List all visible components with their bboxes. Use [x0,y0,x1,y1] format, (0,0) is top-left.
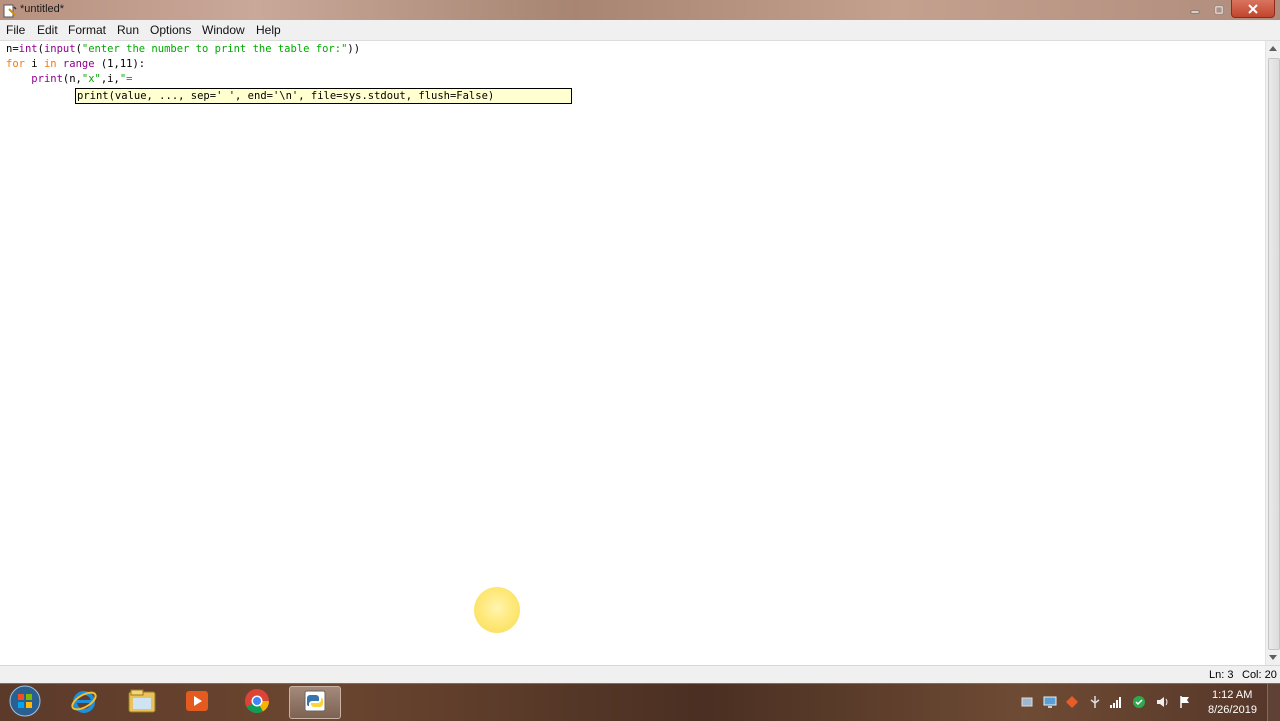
code-token: n= [6,43,19,55]
minimize-button[interactable] [1182,0,1208,18]
menu-options[interactable]: Options [150,23,191,37]
close-button[interactable] [1231,0,1275,18]
idle-app-icon[interactable] [3,3,17,18]
calltip-tooltip: print(value, ..., sep=' ', end='\n', fil… [75,88,572,104]
code-token-string: "enter the number to print the table for… [81,43,348,55]
code-token: (n, [62,73,82,85]
menu-help[interactable]: Help [256,23,281,37]
tray-app-icon[interactable] [1064,694,1080,710]
line-number: Ln: 3 [1209,669,1234,681]
column-number: Col: 20 [1242,669,1277,681]
close-icon [1247,0,1259,18]
code-text[interactable]: n=int(input("enter the number to print t… [6,42,360,87]
maximize-icon [1213,0,1225,19]
code-token-keyword: in [43,58,57,70]
code-token-builtin: int [18,43,38,55]
title-bar[interactable]: *untitled* [0,0,1280,20]
show-desktop-button[interactable] [1267,684,1280,721]
code-token-keyword: for [6,58,25,70]
chrome-icon [243,687,271,719]
maximize-button[interactable] [1208,0,1230,18]
tray-signal-icon[interactable] [1108,694,1124,710]
taskbar: 1:12 AM 8/26/2019 [0,683,1280,721]
python-idle-icon [301,687,329,719]
code-token: (1,11): [94,58,146,70]
menu-file[interactable]: File [6,23,25,37]
start-orb-icon [9,685,41,721]
menu-run[interactable]: Run [117,23,139,37]
taskbar-python-idle[interactable] [289,686,341,719]
menu-bar: File Edit Format Run Options Window Help [0,20,1280,41]
code-token-builtin: range [62,58,95,70]
tray-volume-icon[interactable] [1154,694,1170,710]
menu-format[interactable]: Format [68,23,106,37]
code-token-string: "x" [81,73,101,85]
code-token-string: "= [119,73,133,85]
tray-action-center-flag-icon[interactable] [1177,694,1193,710]
taskbar-file-explorer[interactable] [116,686,168,719]
tray-usb-icon[interactable] [1087,694,1103,710]
tray-security-icon[interactable] [1131,694,1147,710]
scrollbar-thumb[interactable] [1268,58,1280,650]
code-token: )) [347,43,361,55]
taskbar-internet-explorer[interactable] [58,686,110,719]
code-token-builtin: print [31,73,63,85]
code-editor[interactable]: n=int(input("enter the number to print t… [0,41,1265,665]
scroll-up-icon[interactable] [1269,46,1277,51]
code-token-builtin: input [43,43,76,55]
menu-window[interactable]: Window [202,23,245,37]
start-button[interactable] [0,685,50,721]
code-line-1: n=int(input("enter the number to print t… [6,43,360,55]
code-token: ,i, [100,73,120,85]
tray-network-drive-icon[interactable] [1019,694,1035,710]
clock-date[interactable]: 8/26/2019 [1208,704,1257,716]
vertical-scrollbar[interactable] [1265,41,1280,665]
minimize-icon [1189,0,1201,19]
tray-display-icon[interactable] [1042,694,1058,710]
menu-edit[interactable]: Edit [37,23,58,37]
code-token: i [24,58,44,70]
media-player-icon [183,687,211,719]
window-title: *untitled* [20,3,65,15]
taskbar-chrome[interactable] [231,686,283,719]
clock-time[interactable]: 1:12 AM [1212,689,1252,701]
scroll-down-icon[interactable] [1269,655,1277,660]
internet-explorer-icon [70,687,98,719]
taskbar-media-player[interactable] [171,686,223,719]
code-line-2: for i in range (1,11): [6,58,145,70]
status-bar: Ln: 3 Col: 20 [0,665,1280,684]
cursor-highlight [474,587,520,633]
file-explorer-icon [127,688,157,718]
code-line-3: print(n,"x",i,"= [6,73,132,85]
